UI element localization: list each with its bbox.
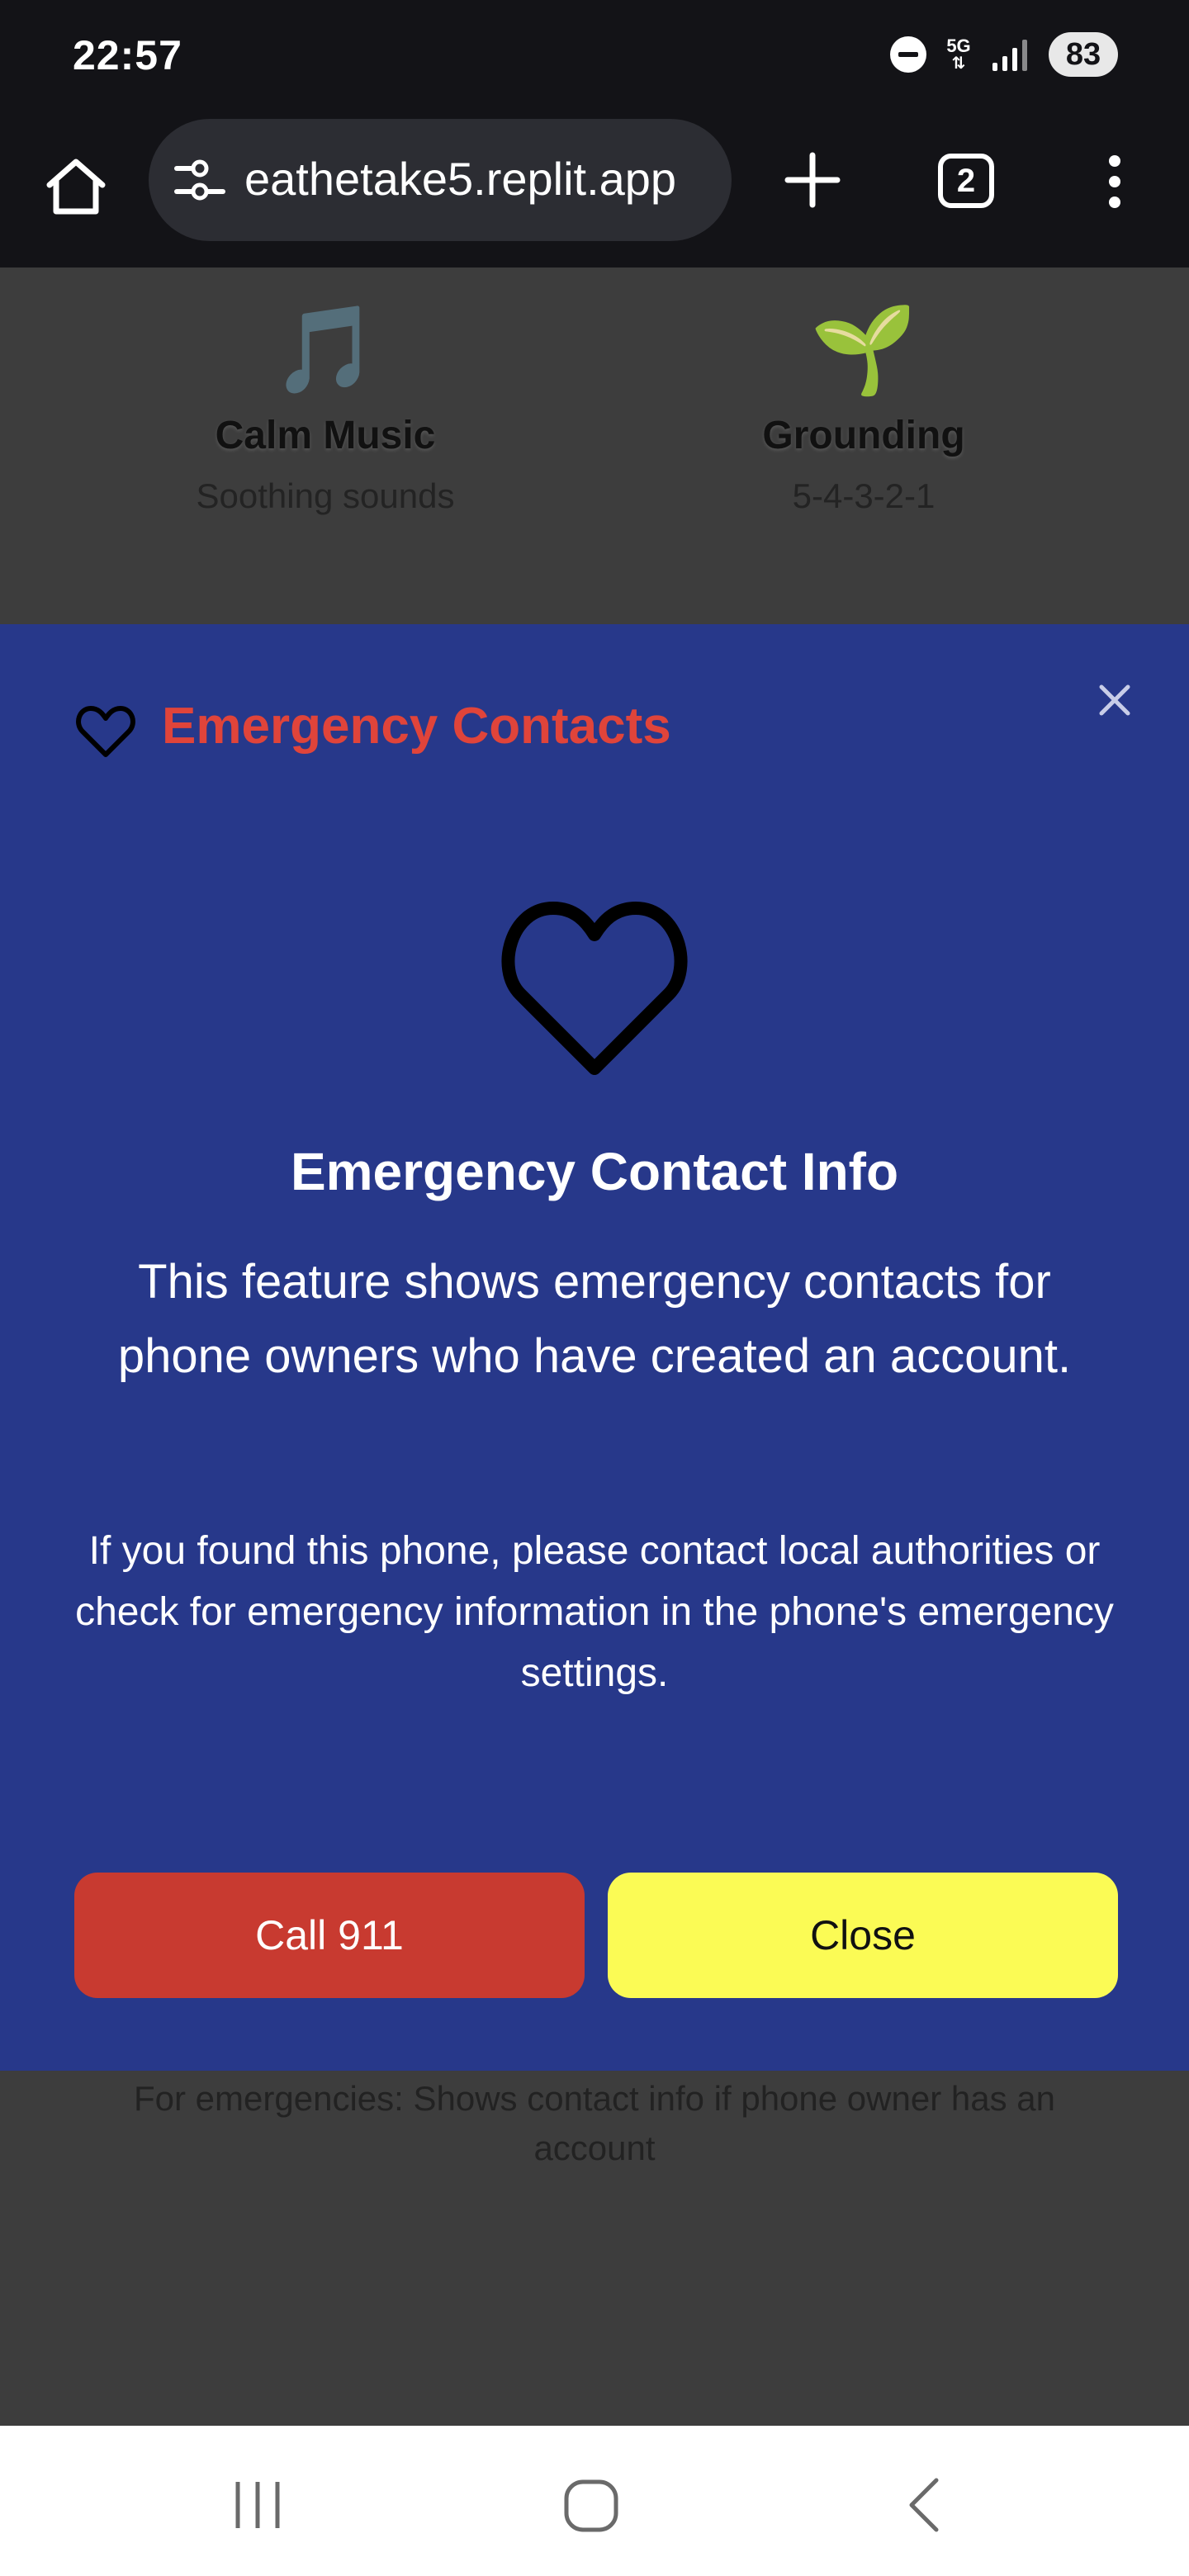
emergency-footnote: For emergencies: Shows contact info if p… <box>134 2079 1055 2167</box>
status-time: 22:57 <box>73 32 182 78</box>
modal-body-text: This feature shows emergency contacts fo… <box>117 1255 1072 1383</box>
close-button[interactable]: Close <box>608 1873 1118 1998</box>
modal-note-text: If you found this phone, please contact … <box>75 1529 1114 1695</box>
url-text[interactable]: eathetake5.replit.app <box>244 152 676 206</box>
network-type-label: 5G <box>946 36 971 56</box>
music-note-icon: 🎵 <box>272 302 379 398</box>
heart-icon <box>76 706 135 757</box>
recent-apps-icon[interactable] <box>225 2472 291 2538</box>
system-nav-bar <box>0 2426 1189 2576</box>
new-tab-icon[interactable] <box>779 147 846 213</box>
signal-icon <box>991 38 1030 71</box>
5g-data-icon: 5G ⇅ <box>945 36 973 73</box>
home-nav-icon[interactable] <box>558 2472 624 2538</box>
back-icon[interactable] <box>892 2472 958 2538</box>
modal-heading: Emergency Contact Info <box>290 1142 899 1201</box>
browser-toolbar: eathetake5.replit.app 2 <box>0 116 1189 268</box>
feature-subtitle: 5-4-3-2-1 <box>792 476 936 515</box>
call-911-button[interactable]: Call 911 <box>74 1873 585 1998</box>
feature-subtitle: Soothing sounds <box>196 476 455 515</box>
tab-switcher-icon[interactable]: 2 <box>938 154 994 208</box>
do-not-disturb-icon <box>890 36 926 73</box>
large-heart-icon <box>501 902 688 1075</box>
feature-card-grounding[interactable]: 🌱 Grounding 5-4-3-2-1 <box>632 301 1095 516</box>
data-arrows-icon: ⇅ <box>951 54 966 73</box>
battery-icon: 83 <box>1049 32 1118 77</box>
status-bar: 22:57 5G ⇅ 83 <box>0 0 1189 116</box>
menu-icon[interactable] <box>1098 149 1131 215</box>
feature-title: Grounding <box>762 414 965 457</box>
site-settings-icon[interactable] <box>173 155 226 205</box>
close-icon[interactable] <box>1095 680 1135 720</box>
emergency-contacts-modal: Emergency Contacts Emergency Contact Inf… <box>0 624 1189 2071</box>
address-bar[interactable]: eathetake5.replit.app <box>149 119 732 241</box>
status-icons: 5G ⇅ 83 <box>890 31 1118 78</box>
seedling-icon: 🌱 <box>810 302 917 398</box>
feature-card-calm-music[interactable]: 🎵 Calm Music Soothing sounds <box>94 301 557 516</box>
home-icon[interactable] <box>43 154 109 220</box>
feature-title: Calm Music <box>215 414 436 457</box>
modal-title: Emergency Contacts <box>162 698 671 755</box>
